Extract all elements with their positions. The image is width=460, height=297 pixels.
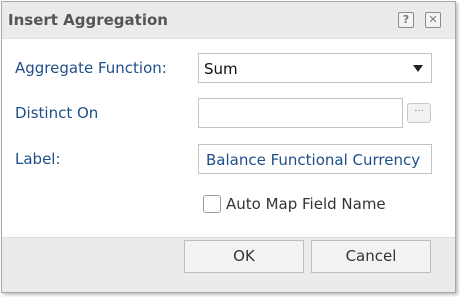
- insert-aggregation-dialog: Insert Aggregation ? ✕ Aggregate Functio…: [1, 1, 456, 293]
- dropdown-arrow-icon[interactable]: [413, 65, 423, 72]
- aggregate-function-select[interactable]: Sum: [198, 53, 432, 83]
- label-input[interactable]: Balance Functional Currency: [198, 144, 432, 174]
- distinct-on-input[interactable]: [198, 98, 403, 128]
- ok-button[interactable]: OK: [184, 240, 304, 273]
- aggregate-function-value: Sum: [204, 60, 238, 78]
- aggregate-function-label: Aggregate Function:: [15, 59, 167, 77]
- dialog-title: Insert Aggregation: [8, 11, 168, 29]
- distinct-on-label: Distinct On: [15, 104, 99, 122]
- auto-map-checkbox[interactable]: [203, 195, 221, 213]
- dialog-footer: OK Cancel: [2, 237, 455, 292]
- help-icon[interactable]: ?: [398, 12, 414, 28]
- cancel-button[interactable]: Cancel: [311, 240, 431, 273]
- label-field-label: Label:: [15, 150, 61, 168]
- close-icon[interactable]: ✕: [425, 12, 441, 28]
- dialog-titlebar[interactable]: Insert Aggregation ? ✕: [2, 2, 455, 39]
- label-input-value: Balance Functional Currency: [206, 151, 421, 169]
- auto-map-label[interactable]: Auto Map Field Name: [226, 195, 386, 213]
- distinct-on-browse-button[interactable]: ···: [407, 103, 431, 123]
